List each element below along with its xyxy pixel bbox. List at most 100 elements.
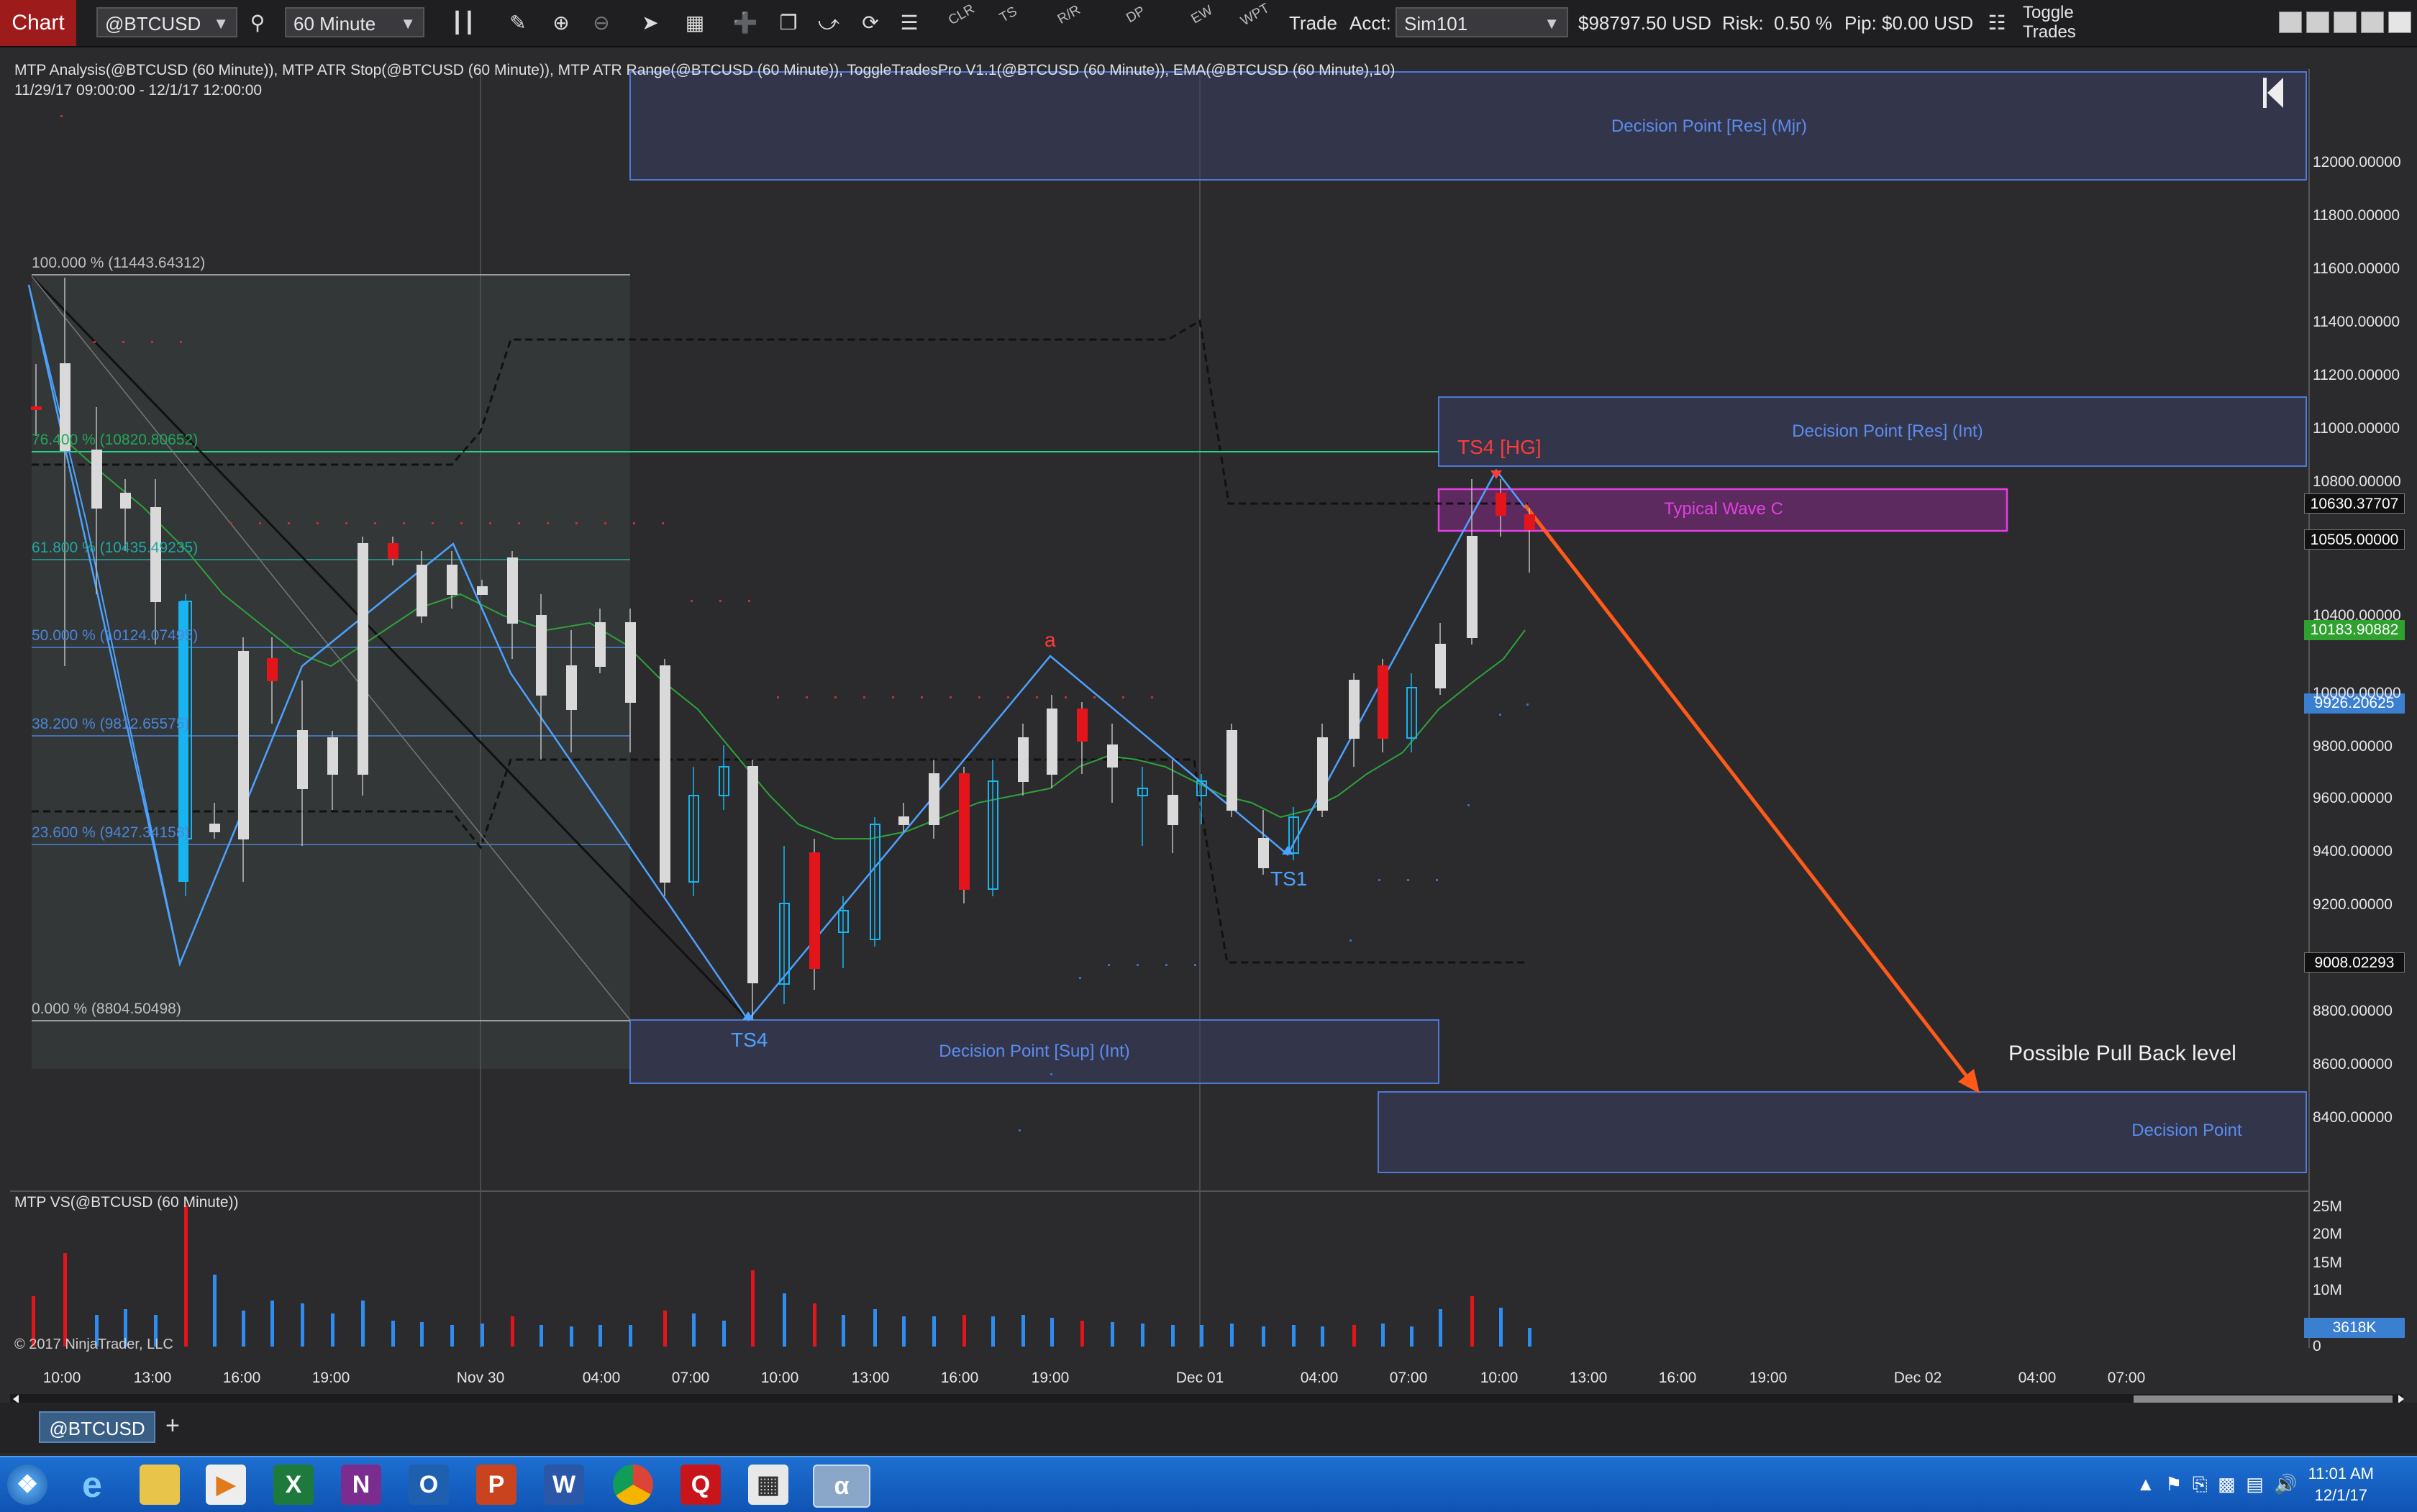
account-balance: $98797.50 USD xyxy=(1578,12,1712,34)
volume-bar xyxy=(361,1301,365,1347)
ninjatrader-icon[interactable]: α xyxy=(813,1465,870,1508)
data-box-icon[interactable]: ▦ xyxy=(681,9,709,37)
time-axis-tick: 13:00 xyxy=(1569,1370,1608,1386)
time-axis-tick: 04:00 xyxy=(2018,1370,2057,1386)
strategies-icon[interactable]: ⤻ xyxy=(814,9,843,37)
candle-body xyxy=(1167,795,1178,825)
candle-body xyxy=(297,730,308,789)
account-label: Acct: xyxy=(1349,12,1391,34)
wpt-button[interactable]: WPT xyxy=(1238,1,1273,29)
system-clock[interactable]: 11:01 AM 12/1/17 xyxy=(2308,1463,2374,1506)
interval-selector[interactable]: 60 Minute ▼ xyxy=(285,7,424,37)
price-label-marker: 10630.37707 xyxy=(2304,493,2405,514)
window-option-button-2[interactable] xyxy=(2306,12,2329,33)
templates-icon[interactable]: ❐ xyxy=(774,9,803,37)
account-selector[interactable]: Sim101 ▼ xyxy=(1396,7,1568,37)
interval-value: 60 Minute xyxy=(293,13,376,35)
instrument-tab-bar: @BTCUSD + xyxy=(0,1403,2417,1453)
outlook-icon[interactable]: O xyxy=(409,1465,449,1505)
ts-button[interactable]: TS xyxy=(997,4,1020,26)
close-button[interactable] xyxy=(2388,12,2411,33)
risk-value[interactable]: 0.50 % xyxy=(1774,0,1832,46)
volume-axis-tick: 20M xyxy=(2313,1226,2342,1242)
pip-value[interactable]: $0.00 USD xyxy=(1882,0,1973,46)
chart-panel[interactable]: MTP Analysis(@BTCUSD (60 Minute)), MTP A… xyxy=(0,47,2417,1450)
quicken-icon[interactable]: Q xyxy=(681,1465,721,1505)
rr-button[interactable]: R/R xyxy=(1055,2,1083,27)
maximize-button[interactable] xyxy=(2361,12,2384,33)
price-axis-tick: 10800.00000 xyxy=(2313,473,2401,490)
file-explorer-icon[interactable] xyxy=(140,1465,180,1505)
candle-body xyxy=(959,773,970,890)
internet-explorer-icon[interactable]: e xyxy=(72,1465,112,1505)
price-axis-tick: 12000.00000 xyxy=(2313,154,2401,170)
bar-type-icon[interactable]: ┃┃ xyxy=(449,9,478,37)
risk-label: Risk: xyxy=(1722,12,1764,34)
zone-label-wave-c: Typical Wave C xyxy=(1664,499,1783,519)
drawing-pencil-icon[interactable]: ✎ xyxy=(504,9,532,37)
add-tab-button[interactable]: + xyxy=(165,1411,180,1440)
sliders-icon[interactable]: ☷ xyxy=(1983,9,2011,37)
ts4-hg-label: TS4 [HG] xyxy=(1457,436,1542,458)
chart-tab[interactable]: Chart xyxy=(0,0,76,46)
time-axis-tick: 07:00 xyxy=(1389,1370,1428,1386)
window-option-button[interactable] xyxy=(2279,12,2302,33)
powerpoint-icon[interactable]: P xyxy=(476,1465,516,1505)
volume-bar xyxy=(1021,1315,1025,1347)
candle-body xyxy=(898,816,909,825)
onenote-icon[interactable]: N xyxy=(341,1465,381,1505)
media-player-icon[interactable]: ▶ xyxy=(206,1465,246,1505)
candle-body xyxy=(477,586,488,595)
volume-bar xyxy=(1111,1322,1114,1347)
instrument-tab[interactable]: @BTCUSD xyxy=(39,1411,155,1443)
fib-label-100: 100.000 % (11443.64312) xyxy=(32,255,206,271)
properties-icon[interactable]: ☰ xyxy=(895,9,924,37)
clr-button[interactable]: CLR xyxy=(946,1,978,29)
h-scrollbar-thumb xyxy=(2134,1395,2393,1403)
volume-bar xyxy=(63,1253,67,1347)
volume-axis-tick: 0 xyxy=(2313,1338,2321,1354)
time-axis-tick: 04:00 xyxy=(1300,1370,1339,1386)
excel-icon[interactable]: X xyxy=(273,1465,314,1505)
price-axis-tick: 8800.00000 xyxy=(2313,1003,2393,1019)
price-chart-canvas[interactable] xyxy=(0,47,2417,1404)
time-axis-tick: 13:00 xyxy=(851,1370,890,1386)
trade-button[interactable]: Trade xyxy=(1289,0,1337,46)
word-icon[interactable]: W xyxy=(544,1465,584,1505)
reload-icon[interactable]: ⟳ xyxy=(856,9,885,37)
volume-bar xyxy=(1381,1324,1385,1347)
time-axis-tick: 10:00 xyxy=(760,1370,799,1386)
volume-bar xyxy=(902,1316,906,1347)
volume-bar xyxy=(932,1316,936,1347)
price-axis-tick: 10400.00000 xyxy=(2313,607,2401,624)
toggle-trades-button[interactable]: Toggle Trades xyxy=(2023,3,2124,42)
volume-axis-tick: 25M xyxy=(2313,1198,2342,1215)
price-axis-tick: 9600.00000 xyxy=(2313,790,2393,806)
price-label-marker: 10505.00000 xyxy=(2304,529,2405,550)
time-axis-tick: 16:00 xyxy=(222,1370,261,1386)
volume-bar xyxy=(598,1325,602,1347)
price-axis-tick: 11200.00000 xyxy=(2313,367,2400,383)
minimize-button[interactable] xyxy=(2334,12,2357,33)
volume-bar xyxy=(722,1321,726,1347)
zone-label-res-int: Decision Point [Res] (Int) xyxy=(1792,422,1983,441)
zoom-out-icon[interactable]: ⊖ xyxy=(587,9,616,37)
instrument-selector[interactable]: @BTCUSD ▼ xyxy=(96,7,237,37)
crosshair-icon[interactable]: ➕ xyxy=(731,9,760,37)
pointer-icon[interactable]: ➤ xyxy=(636,9,665,37)
volume-bar xyxy=(270,1301,274,1347)
zoom-in-icon[interactable]: ⊕ xyxy=(547,9,575,37)
ew-button[interactable]: EW xyxy=(1189,3,1216,27)
wave-a-label: a xyxy=(1044,629,1056,651)
start-button-icon[interactable]: ❖ xyxy=(7,1465,47,1505)
time-axis-tick: 10:00 xyxy=(1480,1370,1519,1386)
dp-button[interactable]: DP xyxy=(1124,4,1148,27)
volume-bar xyxy=(962,1315,966,1347)
search-icon[interactable]: ⚲ xyxy=(243,9,272,37)
volume-bar xyxy=(1171,1325,1175,1347)
chrome-icon[interactable] xyxy=(613,1465,653,1505)
candle-body xyxy=(91,450,102,509)
calendar-icon[interactable]: ▦ xyxy=(748,1465,788,1505)
fib-label-0: 0.000 % (8804.50498) xyxy=(32,1001,181,1017)
system-tray-icons[interactable]: ▲ ⚑ ⎘ ▩ ▤ 🔊 xyxy=(2136,1473,2298,1496)
